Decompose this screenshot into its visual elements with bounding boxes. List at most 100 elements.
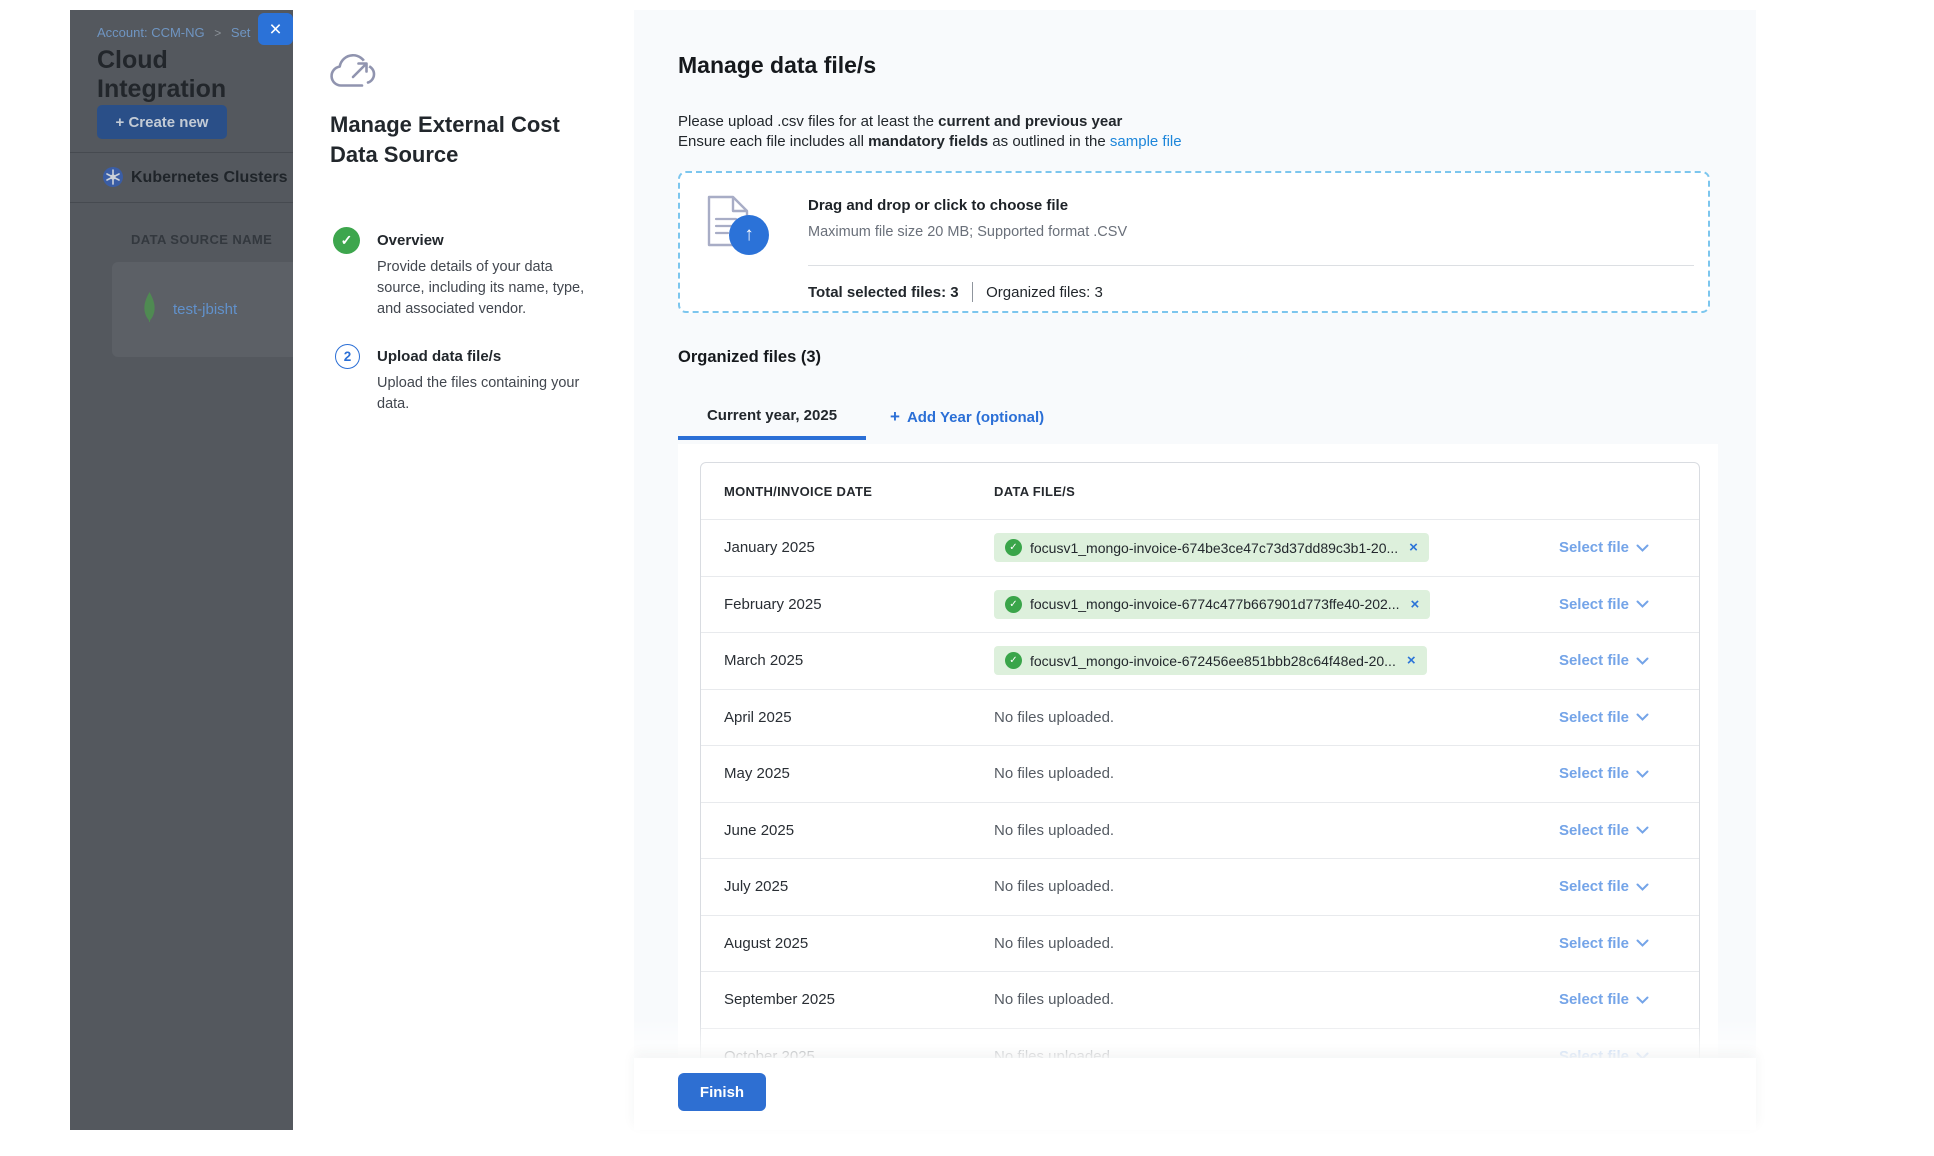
select-file-dropdown[interactable]: Select file <box>1559 935 1649 952</box>
table-row: September 2025No files uploaded. Select f… <box>701 971 1699 1028</box>
empty-files-text: No files uploaded. <box>994 878 1114 895</box>
month-label: April 2025 <box>701 709 994 726</box>
table-row: May 2025No files uploaded.Select file <box>701 745 1699 802</box>
month-label: September 2025 <box>701 991 994 1008</box>
select-file-dropdown[interactable]: Select file <box>1559 1048 1649 1058</box>
page-title: Cloud Integration <box>97 46 293 104</box>
create-new-button[interactable]: + Create new <box>97 105 227 139</box>
chevron-down-icon <box>1636 713 1649 721</box>
file-dropzone[interactable]: ↑ Drag and drop or click to choose file … <box>678 171 1710 313</box>
file-chip: ✓focusv1_mongo-invoice-6774c477b667901d7… <box>994 590 1430 619</box>
sample-file-link[interactable]: sample file <box>1110 133 1182 150</box>
row-action-cell: Select file <box>1559 991 1699 1008</box>
select-file-dropdown[interactable]: Select file <box>1559 878 1649 895</box>
empty-files-text: No files uploaded. <box>994 1048 1114 1058</box>
row-action-cell: Select file <box>1559 539 1699 556</box>
row-action-cell: Select file <box>1559 765 1699 782</box>
row-action-cell: Select file <box>1559 822 1699 839</box>
month-label: February 2025 <box>701 596 994 613</box>
document-icon: ↑ <box>706 195 750 247</box>
table-row: April 2025No files uploaded. Select file <box>701 689 1699 746</box>
panel-title: Manage data file/s <box>678 52 876 79</box>
close-button[interactable]: × <box>258 13 293 45</box>
month-label: August 2025 <box>701 935 994 952</box>
month-label: June 2025 <box>701 822 994 839</box>
file-chip: ✓focusv1_mongo-invoice-674be3ce47c73d37d… <box>994 533 1429 562</box>
breadcrumb-account-link[interactable]: Account: CCM-NG <box>97 25 205 40</box>
tab-current-year[interactable]: Current year, 2025 <box>678 394 866 440</box>
file-chip: ✓focusv1_mongo-invoice-672456ee851bbb28c… <box>994 646 1427 675</box>
step-1-complete-indicator[interactable]: ✓ <box>333 227 360 254</box>
select-file-dropdown[interactable]: Select file <box>1559 765 1649 782</box>
step-2-description: Upload the files containing your data. <box>377 373 592 415</box>
current-year-tab-panel: MONTH/INVOICE DATE DATA FILE/S January 2… <box>678 444 1718 1058</box>
table-row: June 2025No files uploaded. Select file <box>701 802 1699 859</box>
empty-files-text: No files uploaded. <box>994 822 1114 839</box>
empty-files-text: No files uploaded. <box>994 709 1114 726</box>
vertical-divider <box>972 282 974 302</box>
upload-instructions: Please upload .csv files for at least th… <box>678 112 1182 151</box>
add-year-button[interactable]: + Add Year (optional) <box>890 396 1044 438</box>
dimmed-background-app: Account: CCM-NG > Set Cloud Integration … <box>70 10 293 1130</box>
chevron-down-icon <box>1636 657 1649 665</box>
select-file-dropdown[interactable]: Select file <box>1559 822 1649 839</box>
chevron-down-icon <box>1636 770 1649 778</box>
wizard-title: Manage External Cost Data Source <box>330 110 585 170</box>
step-1-label[interactable]: Overview <box>377 232 592 249</box>
chevron-down-icon <box>1636 939 1649 947</box>
row-action-cell: Select file <box>1559 652 1699 669</box>
dropzone-title: Drag and drop or click to choose file <box>808 197 1068 214</box>
remove-file-icon[interactable]: × <box>1410 596 1419 613</box>
file-check-icon: ✓ <box>1005 539 1022 556</box>
select-file-dropdown[interactable]: Select file <box>1559 991 1649 1008</box>
data-file-cell: ✓focusv1_mongo-invoice-672456ee851bbb28c… <box>994 646 1559 675</box>
data-file-cell: No files uploaded. <box>994 991 1559 1008</box>
wizard-panel: Manage External Cost Data Source ✓ Overv… <box>293 10 634 1130</box>
empty-files-text: No files uploaded. <box>994 991 1114 1008</box>
month-label: July 2025 <box>701 878 994 895</box>
data-file-cell: No files uploaded. <box>994 822 1559 839</box>
select-file-dropdown[interactable]: Select file <box>1559 652 1649 669</box>
step-2-label[interactable]: Upload data file/s <box>377 348 592 365</box>
remove-file-icon[interactable]: × <box>1407 652 1416 669</box>
breadcrumb-section-link[interactable]: Set <box>231 25 251 40</box>
chevron-down-icon <box>1636 544 1649 552</box>
plus-icon: + <box>890 407 900 427</box>
data-file-cell: No files uploaded. <box>994 878 1559 895</box>
data-source-name-header: DATA SOURCE NAME <box>131 232 272 247</box>
months-table: MONTH/INVOICE DATE DATA FILE/S January 2… <box>700 462 1700 1058</box>
select-file-dropdown[interactable]: Select file <box>1559 596 1649 613</box>
row-action-cell: Select file <box>1559 878 1699 895</box>
dropzone-divider <box>808 265 1694 266</box>
empty-files-text: No files uploaded. <box>994 765 1114 782</box>
file-name: focusv1_mongo-invoice-6774c477b667901d77… <box>1030 596 1399 612</box>
data-source-link[interactable]: test-jbisht <box>173 301 237 318</box>
breadcrumb-separator: > <box>214 26 221 40</box>
remove-file-icon[interactable]: × <box>1409 539 1418 556</box>
dropzone-subtitle: Maximum file size 20 MB; Supported forma… <box>808 224 1127 240</box>
instruction-line-2: Ensure each file includes all mandatory … <box>678 132 1182 152</box>
data-file-cell: No files uploaded. <box>994 935 1559 952</box>
finish-button[interactable]: Finish <box>678 1073 766 1111</box>
chevron-down-icon <box>1636 883 1649 891</box>
kubernetes-icon <box>103 167 123 187</box>
chevron-down-icon <box>1636 826 1649 834</box>
month-label: March 2025 <box>701 652 994 669</box>
data-file-column-header: DATA FILE/S <box>994 484 1699 499</box>
select-file-dropdown[interactable]: Select file <box>1559 539 1649 556</box>
table-row: August 2025No files uploaded. Select file <box>701 915 1699 972</box>
footer-bar: Finish <box>634 1058 1756 1130</box>
organized-files-count: Organized files: 3 <box>986 284 1103 301</box>
month-label: January 2025 <box>701 539 994 556</box>
data-file-cell: No files uploaded. <box>994 765 1559 782</box>
tab-kubernetes-clusters[interactable]: Kubernetes Clusters <box>131 169 288 187</box>
select-file-dropdown[interactable]: Select file <box>1559 709 1649 726</box>
step-2-indicator[interactable]: 2 <box>335 344 360 369</box>
table-row: March 2025✓focusv1_mongo-invoice-672456e… <box>701 632 1699 689</box>
row-action-cell: Select file <box>1559 596 1699 613</box>
empty-files-text: No files uploaded. <box>994 935 1114 952</box>
chevron-down-icon <box>1636 600 1649 608</box>
instruction-line-1: Please upload .csv files for at least th… <box>678 112 1182 132</box>
breadcrumb: Account: CCM-NG > Set <box>97 25 250 40</box>
table-row: July 2025No files uploaded. Select file <box>701 858 1699 915</box>
